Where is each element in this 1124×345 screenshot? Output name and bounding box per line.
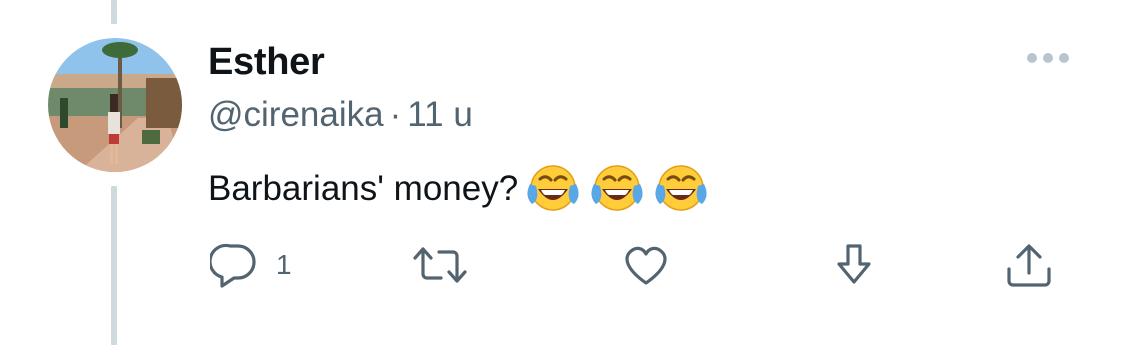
share-icon bbox=[1007, 244, 1051, 287]
tears-of-joy-emoji-icon bbox=[652, 162, 710, 216]
tweet-timestamp[interactable]: 11 u bbox=[407, 95, 473, 134]
tweet-text: Barbarians' money? bbox=[208, 162, 710, 216]
author-display-name[interactable]: Esther bbox=[208, 40, 325, 84]
share-button[interactable] bbox=[1004, 240, 1054, 290]
more-options-icon[interactable] bbox=[1022, 46, 1074, 70]
tears-of-joy-emoji-icon bbox=[524, 162, 582, 216]
reply-icon bbox=[210, 243, 256, 288]
reply-count: 1 bbox=[276, 249, 292, 280]
tweet-meta: @cirenaika · 11 u bbox=[208, 94, 473, 136]
tears-of-joy-emoji-icon bbox=[588, 162, 646, 216]
save-button[interactable] bbox=[830, 240, 878, 290]
thread-line-top bbox=[111, 0, 117, 24]
heart-icon bbox=[625, 246, 667, 285]
tweet-text-content: Barbarians' money? bbox=[208, 169, 519, 208]
retweet-button[interactable] bbox=[412, 240, 468, 290]
retweet-icon bbox=[413, 247, 467, 283]
like-button[interactable] bbox=[622, 240, 670, 290]
thread-line-bottom bbox=[111, 186, 117, 345]
author-handle[interactable]: @cirenaika bbox=[208, 95, 384, 134]
avatar[interactable] bbox=[48, 38, 182, 172]
meta-separator: · bbox=[389, 95, 402, 134]
download-arrow-icon bbox=[837, 244, 871, 284]
reply-button[interactable]: 1 bbox=[210, 240, 292, 290]
